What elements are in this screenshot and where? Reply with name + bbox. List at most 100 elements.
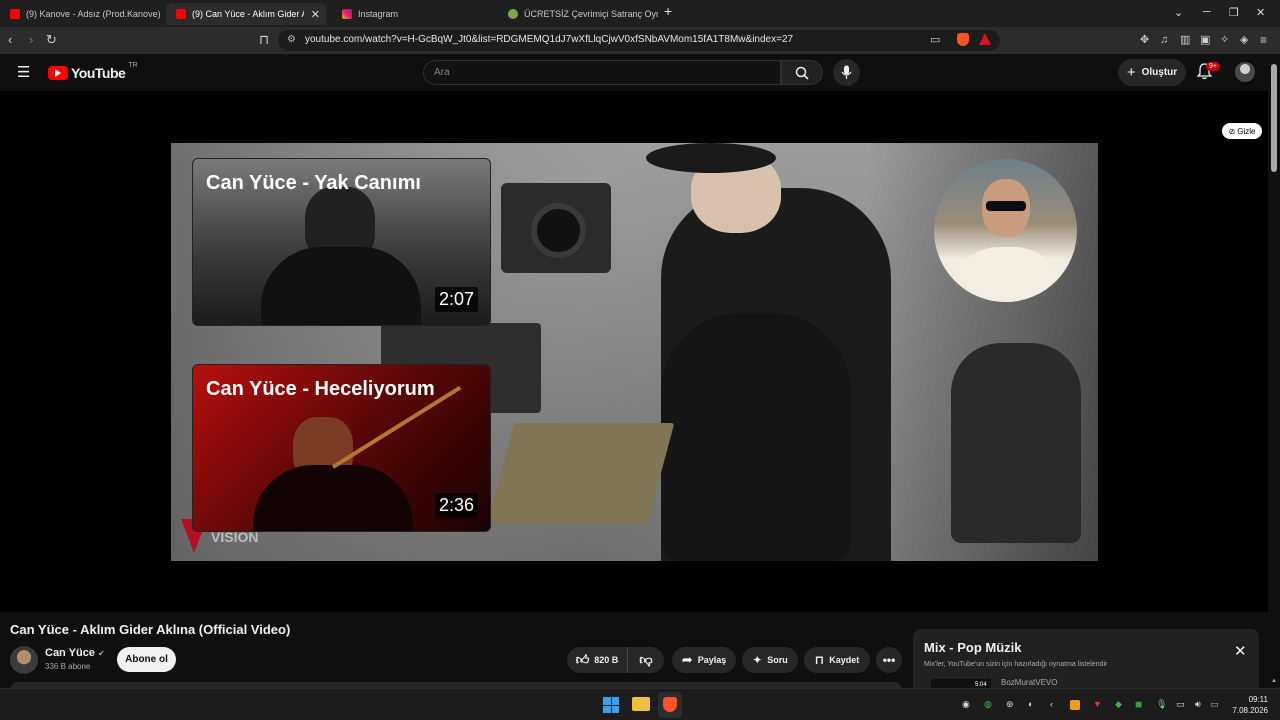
back-icon[interactable]: ‹ (8, 32, 12, 48)
ask-button[interactable]: ✦ Soru (742, 647, 798, 673)
leo-ai-icon[interactable]: ✧ (1220, 32, 1229, 48)
tray-app-icon[interactable]: ‹ (1050, 699, 1053, 709)
hamburger-menu-icon[interactable]: ☰ (17, 65, 30, 80)
mix-playlist-panel: Mix - Pop Müzik Mix'ler, YouTube'un sizi… (913, 629, 1259, 692)
tray-display-icon[interactable]: ▭ (1176, 699, 1185, 710)
mix-subtitle: Mix'ler, YouTube'un sizin için hazırladı… (924, 661, 1108, 668)
browser-tab-1[interactable]: (9) Kanove - Adsız (Prod.Kanove) - Yo (0, 3, 160, 25)
dislike-button[interactable]: 👎︎ (627, 647, 664, 673)
new-tab-plus-icon[interactable]: + (664, 3, 672, 19)
like-button[interactable]: 👍︎ 820 B (567, 647, 627, 673)
sunglasses-icon (986, 201, 1026, 211)
mixing-console (487, 423, 675, 523)
tray-app-icon[interactable] (1070, 700, 1080, 710)
share-label: Paylaş (697, 655, 727, 665)
card-thumbnail-jacket (261, 247, 421, 325)
extensions-icon[interactable]: ✥ (1140, 32, 1149, 48)
channel-name-row[interactable]: Can Yüce ✔ (45, 647, 105, 659)
channel-avatar[interactable] (10, 646, 38, 674)
tray-app-icon[interactable]: ⊛ (1006, 699, 1014, 710)
brave-icon (663, 697, 677, 712)
reload-icon[interactable]: ↻ (46, 32, 57, 48)
maximize-icon[interactable]: ❐ (1229, 6, 1239, 19)
close-tab-icon[interactable]: ✕ (311, 8, 320, 21)
sidebar-icon[interactable]: ▥ (1180, 32, 1190, 48)
scroll-down-icon[interactable]: ▲ (1271, 678, 1277, 684)
minimize-icon[interactable]: ─ (1203, 6, 1211, 18)
tray-volume-icon[interactable]: 🔊︎ (1195, 699, 1201, 710)
save-button[interactable]: ⊓ Kaydet (804, 647, 870, 673)
save-label: Kaydet (829, 655, 860, 665)
browser-tab-title: Instagram (358, 9, 399, 19)
wallet-icon[interactable]: ▣ (1200, 32, 1210, 48)
vpn-icon[interactable]: ◈ (1240, 32, 1248, 48)
tray-discord-icon[interactable]: ◐ (1028, 699, 1033, 709)
media-icon[interactable]: ♫ (1160, 32, 1168, 48)
forward-icon[interactable]: › (29, 32, 33, 48)
brave-shield-icon[interactable] (957, 33, 969, 46)
browser-tab-title: (9) Can Yüce - Aklım Gider Aklına (192, 9, 304, 19)
tray-app-icon[interactable]: ◉ (962, 699, 970, 710)
browser-tab-3[interactable]: Instagram (332, 3, 492, 25)
address-bar[interactable]: ⚙ youtube.com/watch?v=H-GcBqW_Jt0&list=R… (278, 30, 1000, 51)
hide-label: Gizle (1237, 126, 1256, 136)
tray-app-icon[interactable]: ◍ (984, 699, 992, 710)
thumbs-down-icon: 👎︎ (639, 652, 653, 667)
menu-icon[interactable]: ≡ (1260, 32, 1267, 48)
plus-icon: + (1126, 64, 1136, 81)
brave-taskbar-button[interactable] (658, 692, 682, 718)
scrollbar-thumb[interactable] (1271, 64, 1277, 172)
like-count: 820 B (594, 655, 619, 665)
notification-badge: 9+ (1206, 62, 1220, 71)
windows-start-icon[interactable] (603, 697, 619, 713)
brave-rewards-icon[interactable] (979, 33, 991, 45)
end-screen-channel-avatar[interactable] (934, 159, 1077, 302)
tray-battery-icon[interactable]: ▭ (1210, 699, 1219, 710)
card-title: Can Yüce - Yak Canımı (206, 172, 421, 194)
youtube-favicon-icon (10, 9, 20, 19)
share-button[interactable]: ➦ Paylaş (672, 647, 736, 673)
youtube-logo[interactable]: YouTube TR (48, 62, 138, 81)
video-frame[interactable]: VISION Can Yüce - Yak Canımı 2:07 Can Yü… (171, 143, 1098, 561)
speaker-cone (531, 203, 586, 258)
end-screen-card-2[interactable]: Can Yüce - Heceliyorum 2:36 (192, 364, 491, 532)
cast-icon[interactable]: ▭ (930, 33, 940, 46)
hide-end-screen-button[interactable]: ⊘ Gizle (1222, 123, 1262, 139)
end-screen-card-1[interactable]: Can Yüce - Yak Canımı 2:07 (192, 158, 491, 326)
tray-app-icon[interactable]: ▼ (1093, 699, 1102, 709)
windows-taskbar: ◉ ◍ ⊛ ◐ ‹ ▼ ◆ ◼ 🎙︎ ▭ 🔊︎ ▭ 09:11 7.08.202… (0, 688, 1280, 720)
studio-chair (951, 343, 1081, 543)
mix-title: Mix - Pop Müzik (924, 640, 1022, 655)
browser-tab-2[interactable]: (9) Can Yüce - Aklım Gider Aklına ✕ (166, 3, 326, 25)
more-actions-button[interactable]: ••• (876, 647, 902, 673)
tab-search-chevron-icon[interactable]: ⌄ (1174, 6, 1183, 19)
taskbar-clock[interactable]: 09:11 7.08.2026 (1228, 694, 1268, 716)
youtube-logo-text: YouTube (71, 65, 126, 81)
browser-tab-4[interactable]: ÜCRETSİZ Çevrimiçi Satranç Oynayın (498, 3, 658, 25)
bookmark-icon[interactable]: ⊓ (259, 32, 269, 48)
file-explorer-icon[interactable] (632, 697, 650, 711)
notifications-button[interactable]: 9+ (1196, 62, 1220, 85)
search-button[interactable] (781, 60, 823, 85)
browser-tab-bar: (9) Kanove - Adsız (Prod.Kanove) - Yo (9… (0, 0, 1280, 27)
more-horizontal-icon: ••• (882, 653, 896, 667)
video-player[interactable]: VISION Can Yüce - Yak Canımı 2:07 Can Yü… (0, 91, 1268, 612)
subscribe-button[interactable]: Abone ol (117, 647, 176, 672)
url-text[interactable]: youtube.com/watch?v=H-GcBqW_Jt0&list=RDG… (305, 34, 793, 45)
create-button[interactable]: + Oluştur (1118, 59, 1186, 86)
card-thumbnail-body (253, 465, 413, 531)
close-icon[interactable]: ✕ (1234, 644, 1247, 659)
youtube-play-icon (48, 66, 68, 80)
search-icon (795, 66, 809, 80)
tray-microphone-icon[interactable]: 🎙︎ (1156, 699, 1167, 710)
voice-search-button[interactable] (833, 59, 860, 86)
page-scrollbar[interactable]: ▲ (1268, 54, 1280, 688)
tray-app-icon[interactable]: ◼ (1135, 699, 1142, 710)
channel-name[interactable]: Can Yüce (45, 647, 95, 659)
tray-app-icon[interactable]: ◆ (1115, 699, 1122, 710)
close-window-icon[interactable]: ✕ (1256, 6, 1265, 19)
account-avatar[interactable] (1235, 62, 1255, 82)
search-input[interactable]: Ara (423, 60, 781, 85)
clock-time: 09:11 (1248, 695, 1268, 704)
site-info-icon[interactable]: ⚙ (287, 34, 296, 45)
